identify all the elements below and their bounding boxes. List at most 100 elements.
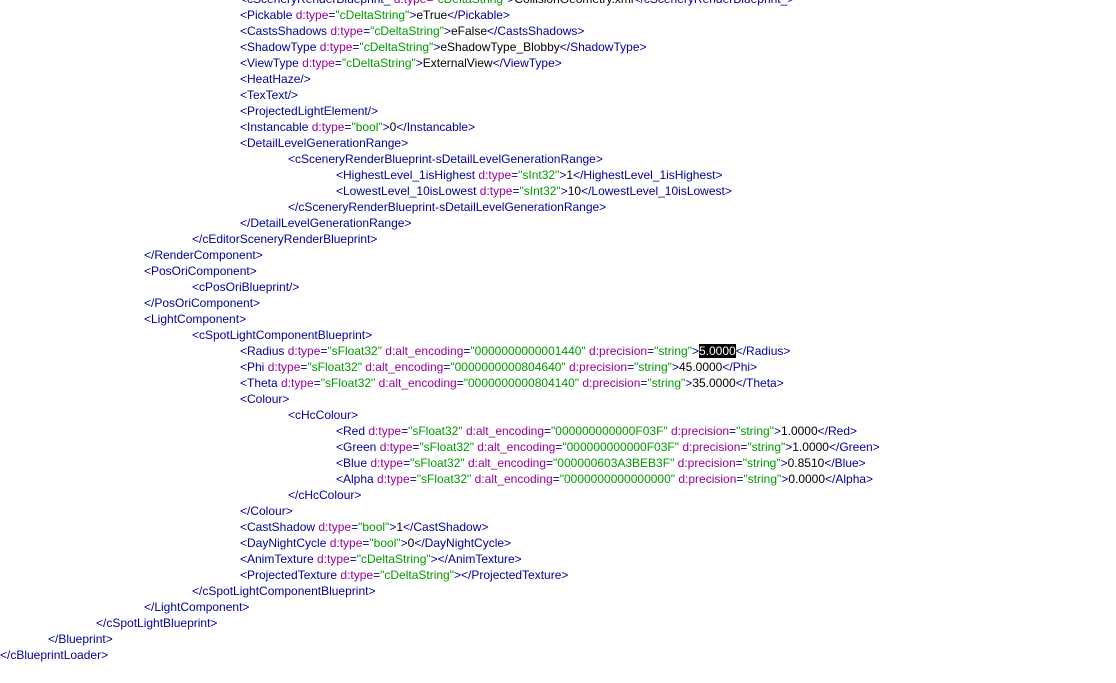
xml-text-token: eTrue [416,8,448,22]
xml-line[interactable]: <ViewType d:type="cDeltaString">External… [240,55,562,71]
xml-value-token: "cDeltaString" [433,0,507,6]
xml-line[interactable]: <PosOriComponent> [144,263,257,279]
xml-value-token: "000000000000F03F" [562,440,679,454]
xml-tag-token: </cHcColour> [288,488,362,502]
xml-tag-token: <ProjectedLightElement/> [240,104,379,118]
xml-tag-token: </LightComponent> [144,600,250,614]
xml-tag-token: cSceneryRenderBlueprint_ [247,0,390,6]
xml-line[interactable]: <LowestLevel_10isLowest d:type="sInt32">… [336,183,732,199]
xml-line[interactable]: <Instancable d:type="bool">0</Instancabl… [240,119,475,135]
xml-tag-token: = [729,424,737,438]
xml-line[interactable]: </cSpotLightBlueprint> [96,615,217,631]
xml-text-token: 1 [396,520,404,534]
xml-tag-token: <HeatHaze/> [240,72,311,86]
xml-tag-token: < [240,0,247,6]
xml-text-token: 10 [567,184,582,198]
xml-line[interactable]: <LightComponent> [144,311,246,327]
xml-attribute-token: d:type [373,472,410,486]
xml-tag-token: <cPosOriBlueprint/> [192,280,300,294]
xml-line[interactable]: </Colour> [240,503,293,519]
xml-attribute-token: d:precision [679,440,741,454]
xml-tag-token: = [334,56,342,70]
xml-line[interactable]: </Blueprint> [48,631,113,647]
xml-attribute-token: d:type [327,24,364,38]
xml-line[interactable]: <Radius d:type="sFloat32" d:alt_encoding… [240,343,790,359]
xml-line[interactable]: <ProjectedLightElement/> [240,103,378,119]
xml-attribute-token: d:alt_encoding [464,456,547,470]
xml-line[interactable]: </cEditorSceneryRenderBlueprint> [192,231,377,247]
xml-editor-view[interactable]: <cSceneryRenderBlueprint_ d:type="cDelta… [0,0,1116,683]
xml-attribute-token: d:type [367,456,404,470]
xml-line[interactable]: </cBlueprintLoader> [0,647,108,663]
xml-line[interactable]: <cSceneryRenderBlueprint-sDetailLevelGen… [288,151,603,167]
xml-line[interactable]: <cHcColour> [288,407,358,423]
xml-tag-token: = [456,376,464,390]
xml-tag-token: </Instancable> [396,120,476,134]
xml-line[interactable]: <Theta d:type="sFloat32" d:alt_encoding=… [240,375,784,391]
xml-tag-token: = [313,376,321,390]
xml-tag-token: <ProjectedTexture [240,568,338,582]
xml-line[interactable]: <ProjectedTexture d:type="cDeltaString">… [240,567,568,583]
xml-tag-token: </Colour> [240,504,293,518]
xml-value-token: "cDeltaString" [356,552,431,566]
xml-tag-token: <cSceneryRenderBlueprint-sDetailLevelGen… [288,152,603,166]
xml-tag-token: > [415,56,423,70]
xml-value-token: "sFloat32" [419,440,474,454]
xml-line[interactable]: </cSceneryRenderBlueprint-sDetailLevelGe… [288,199,606,215]
xml-line[interactable]: </DetailLevelGenerationRange> [240,215,411,231]
xml-line[interactable]: <Colour> [240,391,289,407]
xml-line[interactable]: <cSpotLightComponentBlueprint> [192,327,372,343]
xml-line[interactable]: <Pickable d:type="cDeltaString">eTrue</P… [240,7,510,23]
xml-tag-token: <ShadowType [240,40,317,54]
xml-value-token: "bool" [358,520,390,534]
xml-line[interactable]: <Phi d:type="sFloat32" d:alt_encoding="0… [240,359,757,375]
xml-tag-token: > [400,536,408,550]
xml-value-token: "bool" [369,536,401,550]
xml-line[interactable]: </LightComponent> [144,599,249,615]
xml-tag-token: <HighestLevel_1isHighest [336,168,476,182]
xml-line[interactable]: </RenderComponent> [144,247,263,263]
xml-value-token: "sFloat32" [320,376,376,390]
xml-line[interactable]: <HeatHaze/> [240,71,311,87]
xml-attribute-token: d:type [326,536,363,550]
xml-tag-token: <CastShadow [240,520,316,534]
xml-line[interactable]: </cSpotLightComponentBlueprint> [192,583,375,599]
xml-tag-token: > [780,456,788,470]
xml-line[interactable]: <ShadowType d:type="cDeltaString">eShado… [240,39,647,55]
xml-value-token: "sFloat32" [307,360,362,374]
xml-value-token: "string" [743,472,782,486]
xml-text-token: ExternalView [422,56,493,70]
xml-attribute-token: d:type [476,184,513,198]
xml-line[interactable]: <DayNightCycle d:type="bool">0</DayNight… [240,535,511,551]
xml-line[interactable]: <Blue d:type="sFloat32" d:alt_encoding="… [336,455,866,471]
xml-line[interactable]: <cSceneryRenderBlueprint_ d:type="cDelta… [240,0,794,7]
xml-tag-token: <Colour> [240,392,290,406]
xml-line[interactable]: <Alpha d:type="sFloat32" d:alt_encoding=… [336,471,873,487]
xml-attribute-token: d:alt_encoding [375,376,457,390]
xml-attribute-token: d:type [298,56,335,70]
xml-value-token: "string" [634,360,672,374]
xml-line[interactable]: </PosOriComponent> [144,295,260,311]
xml-line[interactable]: </cHcColour> [288,487,361,503]
xml-line[interactable]: <TexText/> [240,87,298,103]
xml-tag-token: <Phi [240,360,265,374]
xml-tag-token: = [546,456,554,470]
xml-value-token: "sFloat32" [327,344,382,358]
xml-attribute-token: d:type [277,376,314,390]
xml-text-token: CollisionGeometry.xml [514,0,633,6]
xml-line[interactable]: <CastsShadows d:type="cDeltaString">eFal… [240,23,584,39]
xml-line[interactable]: <Red d:type="sFloat32" d:alt_encoding="0… [336,423,857,439]
xml-value-token: "sFloat32" [410,456,465,470]
xml-tag-token: </ [634,0,644,6]
xml-line[interactable]: <CastShadow d:type="bool">1</CastShadow> [240,519,488,535]
xml-line[interactable]: <HighestLevel_1isHighest d:type="sInt32"… [336,167,723,183]
xml-line[interactable]: <Green d:type="sFloat32" d:alt_encoding=… [336,439,880,455]
xml-line[interactable]: <AnimTexture d:type="cDeltaString"></Ani… [240,551,522,567]
xml-tag-token: </Theta> [735,376,784,390]
xml-text-token: 0.8510 [787,456,825,470]
xml-value-token: "string" [647,376,686,390]
xml-line[interactable]: <DetailLevelGenerationRange> [240,135,408,151]
xml-tag-token: <AnimTexture [240,552,314,566]
xml-line[interactable]: <cPosOriBlueprint/> [192,279,299,295]
xml-value-token: "000000000000F03F" [551,424,668,438]
